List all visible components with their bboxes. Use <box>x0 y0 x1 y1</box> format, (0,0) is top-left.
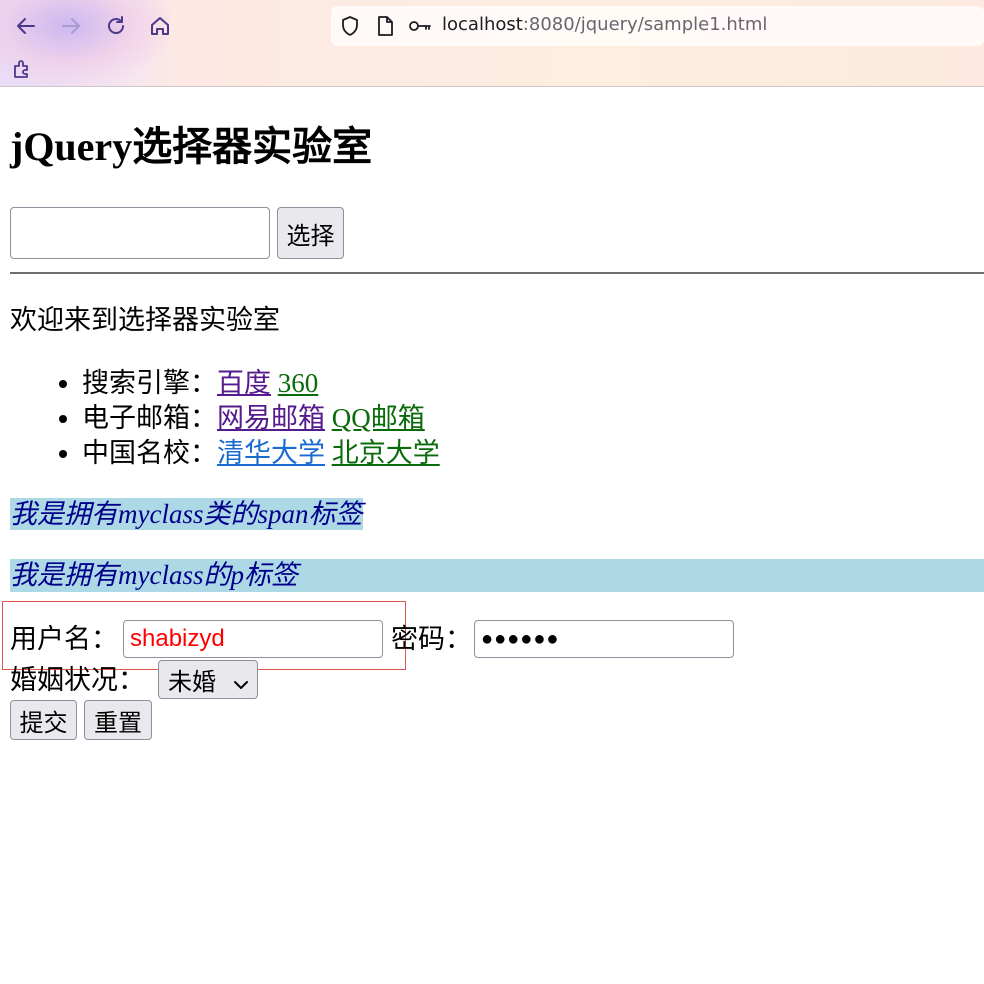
password-label: 密码： <box>391 624 472 654</box>
link-baidu[interactable]: 百度 <box>217 368 271 398</box>
link-tsinghua[interactable]: 清华大学 <box>217 438 325 468</box>
url-host: localhost <box>442 14 523 35</box>
list-item-label: 搜索引擎： <box>82 368 217 398</box>
welcome-text: 欢迎来到选择器实验室 <box>10 305 280 335</box>
url-text[interactable]: localhost:8080/jquery/sample1.html <box>442 14 767 35</box>
extensions-icon[interactable] <box>5 52 39 86</box>
browser-toolbar: localhost:8080/jquery/sample1.html <box>0 0 984 87</box>
list-item: 电子邮箱：网易邮箱 QQ邮箱 <box>82 401 440 436</box>
marital-selected-value: 未婚 <box>168 669 216 696</box>
back-icon[interactable] <box>9 9 43 43</box>
list-item: 中国名校：清华大学 北京大学 <box>82 436 440 471</box>
username-field[interactable]: shabizyd <box>123 620 383 658</box>
link-qq-mail[interactable]: QQ邮箱 <box>332 403 425 433</box>
divider <box>10 272 984 274</box>
marital-label: 婚姻状况： <box>10 665 145 695</box>
password-field[interactable]: ●●●●●● <box>474 620 734 658</box>
reload-icon[interactable] <box>99 9 133 43</box>
myclass-paragraph: 我是拥有myclass的p标签 <box>10 559 984 592</box>
link-list: 搜索引擎：百度 360 电子邮箱：网易邮箱 QQ邮箱 中国名校：清华大学 北京大… <box>10 366 440 471</box>
list-item-label: 电子邮箱： <box>82 403 217 433</box>
forward-icon[interactable] <box>54 9 88 43</box>
myclass-span: 我是拥有myclass类的span标签 <box>10 498 363 530</box>
page-title: jQuery选择器实验室 <box>10 124 373 169</box>
link-163-mail[interactable]: 网易邮箱 <box>217 403 325 433</box>
username-label: 用户名： <box>10 624 118 654</box>
select-button[interactable]: 选择 <box>277 207 344 259</box>
submit-button[interactable]: 提交 <box>10 700 77 740</box>
home-icon[interactable] <box>143 9 177 43</box>
link-360[interactable]: 360 <box>278 368 319 398</box>
shield-icon[interactable] <box>333 9 367 43</box>
link-pku[interactable]: 北京大学 <box>332 438 440 468</box>
page-icon <box>368 9 402 43</box>
list-item-label: 中国名校： <box>82 438 217 468</box>
list-item: 搜索引擎：百度 360 <box>82 366 440 401</box>
marital-select[interactable]: 未婚 <box>158 660 258 699</box>
chevron-down-icon <box>233 672 249 700</box>
selector-input[interactable] <box>10 207 270 259</box>
url-path: :8080/jquery/sample1.html <box>522 14 768 35</box>
key-icon[interactable] <box>403 9 437 43</box>
reset-button[interactable]: 重置 <box>84 700 152 740</box>
